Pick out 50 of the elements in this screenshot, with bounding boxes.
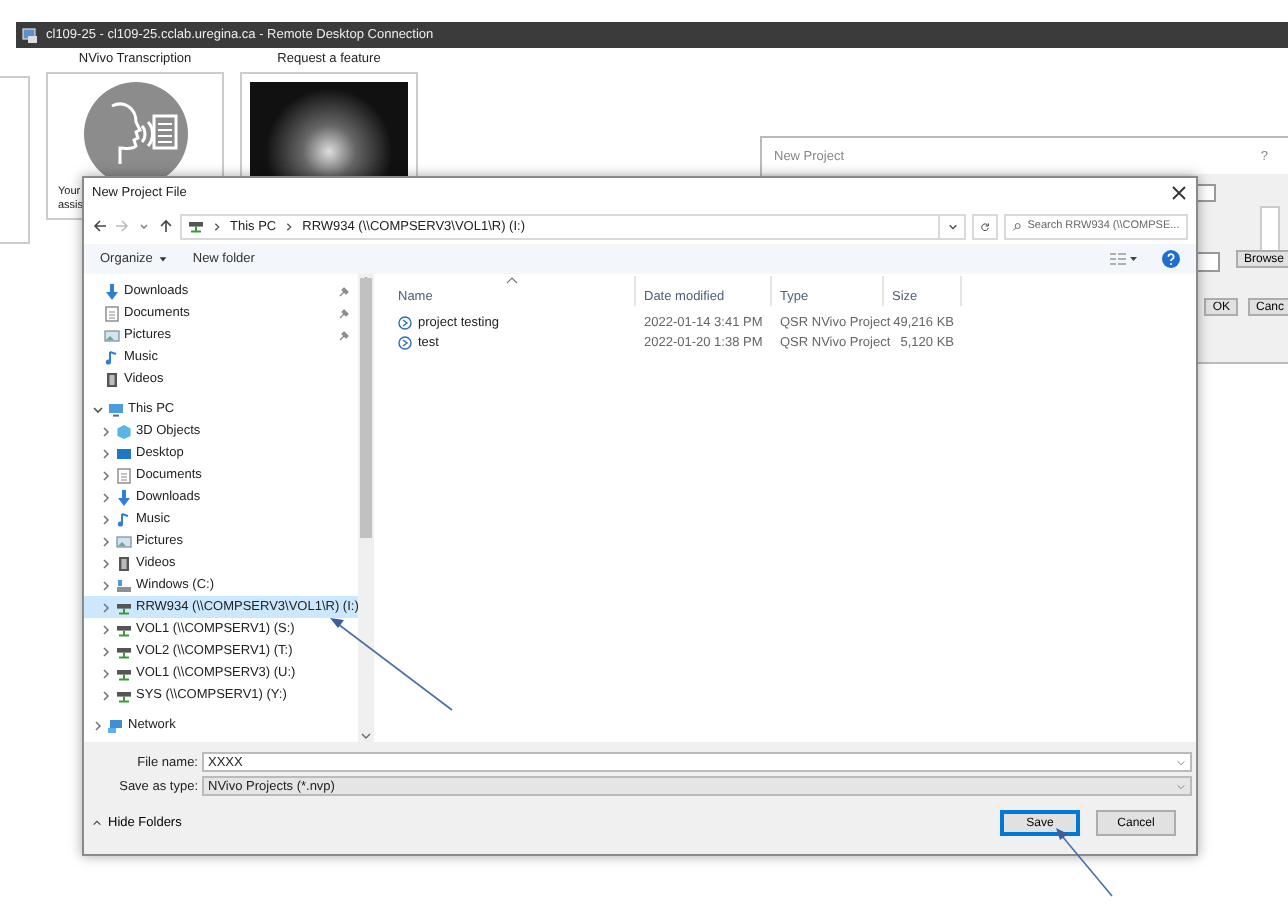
caret-icon	[158, 254, 169, 264]
chevron-up-icon	[92, 818, 102, 828]
network-drive-icon	[188, 218, 204, 234]
picture-icon	[104, 327, 120, 343]
project-file-icon	[398, 335, 412, 349]
chevron-down-icon	[1176, 757, 1186, 767]
refresh-icon	[980, 221, 990, 231]
monitor-icon	[108, 401, 124, 417]
document-icon	[104, 305, 120, 321]
download-arrow-icon	[116, 489, 132, 505]
chevron-down-icon	[947, 221, 957, 231]
search-icon	[1012, 221, 1022, 231]
remote-desktop-icon	[22, 27, 38, 43]
download-arrow-icon	[104, 283, 120, 299]
view-options-icon[interactable]	[1110, 252, 1138, 266]
network-drive-icon	[116, 621, 132, 637]
network-drive-icon	[116, 687, 132, 703]
annotation-arrow	[1056, 828, 1113, 897]
music-note-icon	[104, 349, 120, 365]
close-icon[interactable]	[1170, 184, 1188, 202]
project-file-icon	[398, 315, 412, 329]
chevron-down-icon	[1176, 781, 1186, 791]
network-drive-icon	[116, 599, 132, 615]
film-icon	[104, 371, 120, 387]
cube-icon	[116, 423, 132, 439]
chevron-right-icon[interactable]	[92, 719, 104, 731]
network-drive-icon	[116, 665, 132, 681]
annotation-arrow	[330, 618, 453, 711]
input-field[interactable]	[1196, 252, 1220, 272]
chevron-right-icon[interactable]	[284, 221, 295, 231]
music-note-icon	[116, 511, 132, 527]
network-icon	[108, 717, 124, 733]
network-drive-icon	[116, 643, 132, 659]
drive-icon	[116, 577, 132, 593]
scrollbar[interactable]	[358, 274, 374, 742]
desktop-icon	[116, 445, 132, 461]
pin-icon[interactable]	[338, 329, 350, 341]
film-icon	[116, 555, 132, 571]
pin-icon[interactable]	[338, 307, 350, 319]
document-icon	[116, 467, 132, 483]
up-arrow-icon[interactable]	[158, 218, 174, 234]
pin-icon[interactable]	[338, 285, 350, 297]
refresh-button[interactable]	[972, 213, 998, 239]
picture-icon	[116, 533, 132, 549]
help-icon[interactable]	[1162, 250, 1180, 268]
back-arrow-icon[interactable]	[92, 218, 108, 234]
chevron-down-icon[interactable]	[92, 403, 104, 415]
scroll-down-icon[interactable]	[360, 730, 372, 742]
chevron-right-icon[interactable]	[212, 221, 222, 231]
sort-caret-icon	[506, 276, 518, 284]
